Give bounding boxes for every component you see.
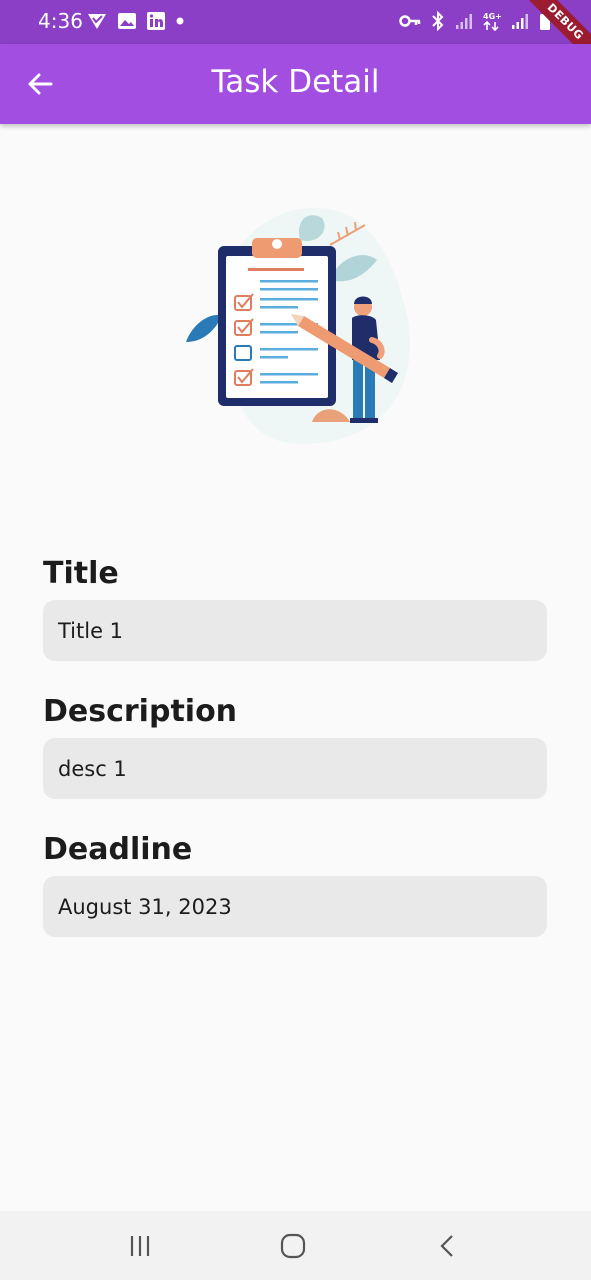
deadline-field[interactable]: August 31, 2023 <box>43 876 547 937</box>
status-bar: 4:36 4G+ DEBUG <box>0 0 591 72</box>
system-nav-bar <box>0 1211 591 1280</box>
title-field[interactable]: Title 1 <box>43 600 547 661</box>
app-bar: Task Detail <box>0 44 591 124</box>
notification-dot-icon <box>176 17 184 25</box>
status-right-icons: 4G+ <box>399 11 551 31</box>
recent-apps-button[interactable] <box>120 1231 160 1261</box>
back-icon <box>440 1235 453 1257</box>
recent-apps-icon <box>130 1236 150 1256</box>
signal-icon <box>512 14 528 29</box>
image-icon <box>118 13 136 29</box>
signal-icon <box>456 14 472 29</box>
nav-back-button[interactable] <box>427 1231 467 1261</box>
home-icon <box>280 1233 306 1259</box>
home-button[interactable] <box>273 1231 313 1261</box>
bluetooth-icon <box>432 11 444 31</box>
clipboard-checklist-illustration <box>186 207 411 445</box>
linkedin-icon <box>147 12 165 30</box>
description-value: desc 1 <box>58 756 127 781</box>
status-left-icons <box>86 11 185 31</box>
deadline-label: Deadline <box>43 832 193 867</box>
key-icon <box>399 15 421 27</box>
deadline-value: August 31, 2023 <box>58 894 232 919</box>
4g-signal-icon: 4G+ <box>483 12 501 31</box>
vpn-check-icon <box>88 14 106 29</box>
title-label: Title <box>43 556 119 591</box>
status-time: 4:36 <box>38 9 83 33</box>
svg-text:4G+: 4G+ <box>483 12 501 21</box>
title-value: Title 1 <box>58 618 124 643</box>
page-title: Task Detail <box>211 64 380 100</box>
description-field[interactable]: desc 1 <box>43 738 547 799</box>
description-label: Description <box>43 694 238 729</box>
